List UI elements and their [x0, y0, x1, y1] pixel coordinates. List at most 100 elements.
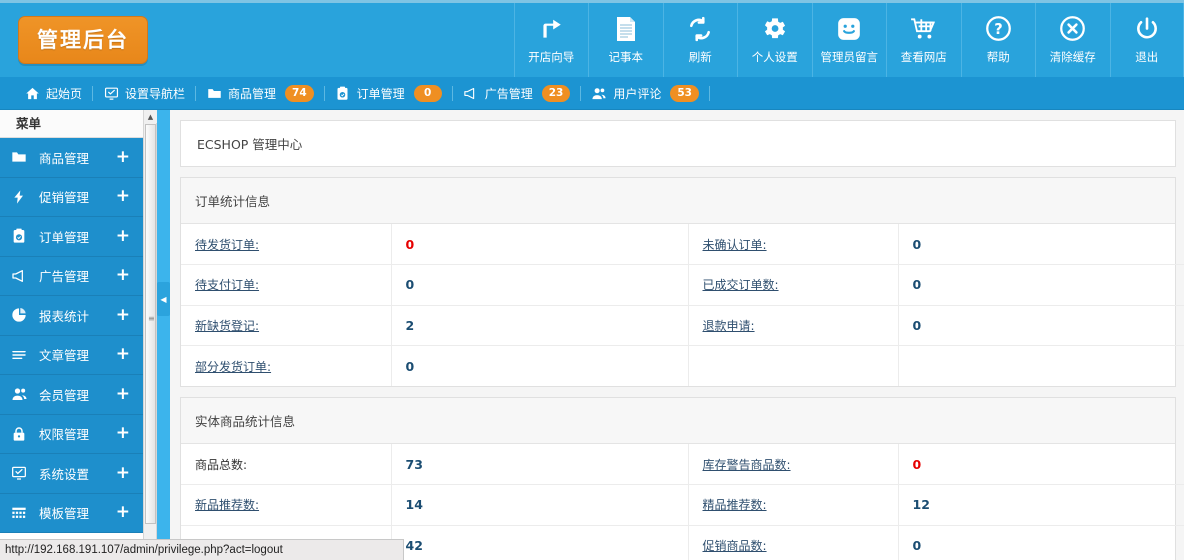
bolt-icon	[11, 189, 33, 205]
nav-divider	[708, 85, 710, 101]
scrollbar-grip-icon: ≡	[148, 314, 155, 323]
browser-status-bar: http://192.168.191.107/admin/privilege.p…	[0, 539, 404, 560]
table-row: 商品总数: 73 库存警告商品数: 0	[181, 444, 1184, 485]
question-circle-icon: ?	[985, 14, 1012, 44]
nav-item-label: 设置导航栏	[125, 86, 186, 101]
sidebar-scrollbar[interactable]: ▲ ≡	[143, 110, 157, 560]
nav-item-label: 起始页	[46, 86, 83, 101]
sidebar-item-goods-management[interactable]: 商品管理 +	[0, 138, 143, 178]
expand-plus-icon[interactable]: +	[116, 425, 133, 442]
stat-label-link[interactable]: 精品推荐数:	[703, 498, 767, 512]
expand-plus-icon[interactable]: +	[116, 188, 133, 205]
stat-label: 商品总数:	[195, 457, 248, 472]
megaphone-icon	[463, 85, 479, 101]
nav-badge: 23	[541, 84, 571, 102]
clipboard-check-icon	[335, 85, 351, 101]
toolbar-item-admin-message[interactable]: 管理员留言	[811, 3, 887, 77]
expand-plus-icon[interactable]: +	[116, 306, 133, 324]
stat-value: 0	[912, 538, 922, 553]
toolbar-item-view-shop[interactable]: 查看网店	[886, 3, 961, 77]
stat-value: 0	[912, 277, 922, 293]
refresh-icon	[687, 14, 713, 44]
expand-plus-icon[interactable]: +	[116, 464, 133, 482]
users-icon	[591, 85, 607, 101]
sidebar-item-member-management[interactable]: 会员管理 +	[0, 375, 143, 415]
stat-label-link[interactable]: 已成交订单数:	[703, 278, 779, 292]
table-row: 部分发货订单: 0	[181, 345, 1184, 386]
nav-item-user-comments[interactable]: 用户评论 53	[581, 77, 709, 110]
order-statistics-panel: 订单统计信息 待发货订单: 0 未确认订单: 0 待支付订单: 0 已成交订单数…	[180, 177, 1184, 387]
clipboard-check-icon	[11, 228, 33, 244]
admin-app-window: 管理后台 开店向导 记事本 刷新 个人设置 管理员留言 查看网店 ? 帮助 清除…	[0, 0, 1184, 560]
nav-item-label: 广告管理	[484, 86, 533, 101]
sidebar-item-label: 广告管理	[39, 269, 90, 285]
stat-label-link[interactable]: 库存警告商品数:	[703, 458, 791, 472]
sidebar-collapse-button[interactable]: ◀	[157, 282, 170, 316]
nav-item-goods-management[interactable]: 商品管理 74	[196, 77, 324, 110]
gear-icon	[761, 14, 788, 44]
nav-item-home[interactable]: 起始页	[14, 77, 92, 110]
app-logo[interactable]: 管理后台	[18, 16, 148, 64]
toolbar-item-label: 查看网店	[900, 49, 947, 64]
expand-plus-icon[interactable]: +	[116, 267, 133, 284]
toolbar-item-clear-cache[interactable]: 清除缓存	[1035, 3, 1110, 77]
stat-label-link[interactable]: 未确认订单:	[703, 238, 767, 252]
stat-value: 0	[912, 317, 922, 333]
x-circle-icon	[1059, 14, 1086, 44]
sidebar-item-permission-management[interactable]: 权限管理 +	[0, 414, 143, 454]
stat-value: 2	[405, 317, 415, 333]
stat-label-link[interactable]: 新缺货登记:	[195, 319, 259, 333]
stat-value: 0	[405, 236, 415, 252]
stat-label-link[interactable]: 待发货订单:	[195, 238, 259, 252]
stat-value: 0	[912, 456, 922, 472]
stat-label-link[interactable]: 待支付订单:	[195, 278, 259, 292]
sidebar-item-label: 文章管理	[39, 348, 90, 364]
toolbar-item-label: 记事本	[608, 49, 644, 64]
monitor-check-icon	[11, 465, 33, 481]
expand-plus-icon[interactable]: +	[116, 504, 133, 521]
table-row: 新品推荐数: 14 精品推荐数: 12	[181, 484, 1184, 526]
toolbar-item-label: 开店向导	[528, 49, 575, 64]
toolbar-item-refresh[interactable]: 刷新	[662, 3, 738, 77]
expand-plus-icon[interactable]: +	[116, 227, 133, 245]
sidebar-item-template-management[interactable]: 模板管理 +	[0, 493, 143, 533]
nav-item-configure-navbar[interactable]: 设置导航栏	[93, 77, 195, 110]
logo-area: 管理后台	[0, 3, 514, 77]
sidebar-item-label: 权限管理	[39, 427, 90, 443]
sidebar-item-promotion-management[interactable]: 促销管理 +	[0, 177, 143, 217]
stat-label-link[interactable]: 退款申请:	[703, 319, 755, 333]
sidebar-item-ad-management[interactable]: 广告管理 +	[0, 256, 143, 296]
toolbar-item-help[interactable]: ? 帮助	[960, 3, 1036, 77]
toolbar-item-label: 个人设置	[751, 49, 798, 64]
nav-badge: 0	[413, 84, 442, 102]
sidebar-item-order-management[interactable]: 订单管理 +	[0, 217, 143, 257]
nav-item-ad-management[interactable]: 广告管理 23	[453, 77, 581, 110]
stat-value: 42	[405, 538, 423, 553]
sidebar-item-system-settings[interactable]: 系统设置 +	[0, 454, 143, 494]
expand-plus-icon[interactable]: +	[116, 148, 133, 166]
stat-label-link[interactable]: 部分发货订单:	[195, 360, 271, 374]
page-title: ECSHOP 管理中心	[197, 137, 303, 152]
scrollbar-thumb[interactable]: ≡	[145, 124, 156, 524]
nav-item-label: 商品管理	[228, 86, 277, 101]
sidebar-item-article-management[interactable]: 文章管理 +	[0, 335, 143, 375]
toolbar-item-label: 清除缓存	[1049, 49, 1096, 64]
sidebar-item-report-statistics[interactable]: 报表统计 +	[0, 296, 143, 336]
toolbar-item-logout[interactable]: 退出	[1109, 3, 1184, 77]
expand-plus-icon[interactable]: +	[116, 346, 133, 363]
stat-label-link[interactable]: 新品推荐数:	[195, 498, 259, 512]
status-url: http://192.168.191.107/admin/privilege.p…	[5, 544, 283, 556]
scroll-up-arrow-icon[interactable]: ▲	[144, 110, 157, 123]
nav-badge: 53	[670, 84, 699, 102]
sidebar-item-label: 会员管理	[39, 387, 90, 403]
power-icon	[1134, 14, 1160, 44]
toolbar-item-notepad[interactable]: 记事本	[588, 3, 663, 77]
stat-label-link[interactable]: 促销商品数:	[703, 539, 767, 553]
expand-plus-icon[interactable]: +	[116, 385, 133, 403]
toolbar-item-setup-wizard[interactable]: 开店向导	[513, 3, 589, 77]
sidebar-item-label: 订单管理	[39, 229, 90, 245]
stat-value: 0	[912, 236, 922, 252]
lines-icon	[11, 347, 33, 363]
toolbar-item-personal-settings[interactable]: 个人设置	[737, 3, 812, 77]
nav-item-order-management[interactable]: 订单管理 0	[325, 77, 452, 110]
